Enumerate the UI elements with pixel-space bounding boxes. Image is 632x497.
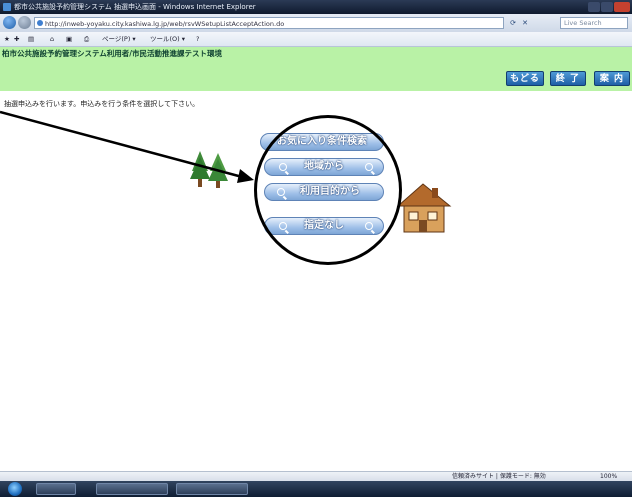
quicklaunch-icons[interactable] [36, 483, 76, 495]
taskbar-window-1[interactable] [96, 483, 168, 495]
annotation-arrow [0, 110, 254, 183]
system-tray [520, 483, 630, 495]
taskbar [0, 481, 632, 497]
start-button-icon[interactable] [8, 482, 22, 496]
taskbar-window-2[interactable] [176, 483, 248, 495]
